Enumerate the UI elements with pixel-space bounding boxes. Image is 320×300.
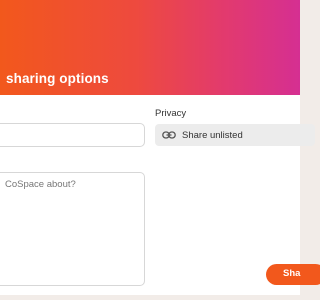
privacy-value: Share unlisted xyxy=(182,129,243,141)
privacy-label: Privacy xyxy=(155,108,187,119)
description-textarea[interactable]: CoSpace about? xyxy=(0,172,145,286)
dialog-title: sharing options xyxy=(6,71,109,86)
share-button[interactable]: Sha xyxy=(266,264,320,285)
share-button-label: Sha xyxy=(283,268,301,279)
name-input[interactable] xyxy=(0,123,145,147)
link-icon xyxy=(162,131,176,139)
privacy-select[interactable]: Share unlisted xyxy=(155,124,315,146)
footer-strip xyxy=(0,295,300,300)
description-placeholder: CoSpace about? xyxy=(5,179,76,190)
dialog-header: sharing options xyxy=(0,0,300,95)
